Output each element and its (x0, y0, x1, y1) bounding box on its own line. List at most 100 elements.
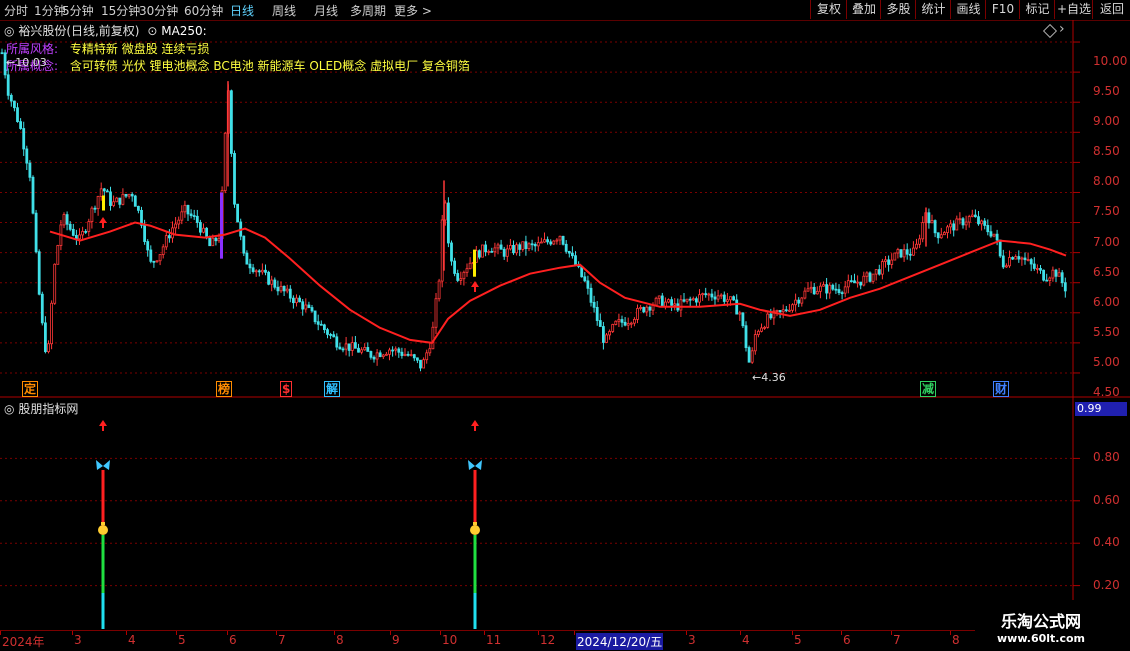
candle-body (589, 287, 593, 303)
candle-body (490, 250, 494, 253)
event-marker-2[interactable]: $ (280, 381, 293, 397)
candle-body (381, 354, 385, 358)
candle-body (986, 225, 990, 233)
candle-body (713, 296, 717, 300)
candle-body (834, 288, 838, 291)
toolbar-button-0[interactable]: 复权 (810, 0, 847, 19)
candle-body (825, 284, 828, 294)
date-tick-mark (126, 631, 127, 635)
candle-body (1063, 282, 1067, 292)
candle-body (0, 52, 4, 55)
event-marker-0[interactable]: 定 (22, 381, 39, 397)
candle-body (927, 212, 931, 224)
candle-body (406, 353, 410, 356)
candle-body (890, 259, 894, 265)
tab-timeframe-10[interactable]: 更多 > (394, 2, 432, 19)
event-marker-3[interactable]: 解 (324, 381, 341, 397)
tab-timeframe-2[interactable]: 5分钟 (62, 2, 94, 19)
date-tick-mark (0, 631, 1, 635)
price-tick: 10.00 (1093, 54, 1128, 69)
tab-timeframe-4[interactable]: 30分钟 (139, 2, 178, 19)
candle-body (1029, 259, 1033, 265)
indicator-chart[interactable] (0, 398, 1130, 630)
toolbar-button-8[interactable]: 返回 (1092, 0, 1130, 19)
candle-body (766, 313, 770, 328)
candle-body (465, 268, 469, 273)
candle-body (620, 319, 624, 323)
tab-timeframe-6[interactable]: 日线 (230, 2, 254, 19)
candle-body (964, 221, 968, 226)
price-tick: 6.50 (1093, 264, 1120, 279)
candle-body (496, 244, 500, 249)
toolbar-button-4[interactable]: 画线 (950, 0, 986, 19)
candle-body (360, 349, 364, 353)
candle-body (112, 201, 115, 206)
collapse-icon[interactable]: ◎ (4, 402, 14, 416)
date-tick-4: 6 (229, 633, 237, 647)
scroll-right-icon[interactable]: › (1059, 21, 1065, 37)
price-chart[interactable] (0, 20, 1130, 398)
candlestick-series (0, 48, 1067, 372)
candle-body (840, 292, 844, 295)
candle-body (533, 244, 537, 247)
date-tick-17: 8 (952, 633, 960, 647)
tab-timeframe-1[interactable]: 1分钟 (34, 2, 66, 19)
candle-body (459, 278, 463, 281)
candle-body (837, 289, 841, 294)
candle-body (1048, 277, 1052, 281)
candle-body (856, 281, 859, 284)
candle-body (118, 197, 122, 205)
candle-body (912, 247, 915, 256)
candle-body (877, 269, 881, 275)
date-tick-mark (841, 631, 842, 635)
candle-body (698, 294, 701, 303)
toolbar-button-7[interactable]: +自选 (1054, 0, 1093, 19)
tab-timeframe-0[interactable]: 分时 (4, 2, 28, 19)
candle-body (1026, 259, 1030, 261)
event-marker-4[interactable]: 减 (920, 381, 937, 397)
date-tick-mark (176, 631, 177, 635)
tab-timeframe-3[interactable]: 15分钟 (101, 2, 140, 19)
candle-body (1014, 256, 1018, 260)
date-tick-mark (334, 631, 335, 635)
candle-body (65, 214, 69, 225)
candle-body (1060, 272, 1064, 284)
date-tick-mark (891, 631, 892, 635)
tab-timeframe-8[interactable]: 月线 (314, 2, 338, 19)
indicator-current-value: 0.99 (1075, 402, 1127, 416)
tab-timeframe-9[interactable]: 多周期 (350, 2, 386, 19)
candle-body (245, 252, 249, 265)
event-marker-5[interactable]: 财 (993, 381, 1010, 397)
date-tick-mark (538, 631, 539, 635)
dropdown-icon[interactable]: ⊙ (147, 24, 157, 38)
toolbar-button-3[interactable]: 统计 (915, 0, 951, 19)
candle-body (710, 293, 714, 298)
candle-body (893, 252, 897, 261)
candle-body (419, 359, 422, 369)
candle-body (425, 352, 429, 361)
candle-body (555, 239, 559, 242)
candle-body (850, 280, 853, 283)
collapse-icon[interactable]: ◎ (4, 24, 14, 38)
event-marker-1[interactable]: 榜 (216, 381, 233, 397)
date-tick-mark (574, 631, 575, 635)
tab-timeframe-5[interactable]: 60分钟 (184, 2, 223, 19)
toolbar-button-5[interactable]: F10 (985, 0, 1020, 19)
candle-body (124, 193, 128, 197)
candle-body (353, 342, 357, 349)
candle-body (229, 90, 233, 154)
candle-body (301, 301, 305, 310)
toolbar-button-6[interactable]: 标记 (1019, 0, 1055, 19)
candle-body (899, 249, 903, 258)
candle-body (1042, 269, 1045, 281)
candle-body (639, 307, 642, 309)
toolbar-button-2[interactable]: 多股 (880, 0, 916, 19)
candle-body (567, 251, 571, 254)
candle-body (977, 216, 980, 225)
tab-timeframe-7[interactable]: 周线 (272, 2, 296, 19)
candle-body (887, 259, 890, 265)
candle-body (248, 263, 252, 269)
date-tick-mark (276, 631, 277, 635)
candle-body (865, 272, 869, 277)
toolbar-button-1[interactable]: 叠加 (846, 0, 881, 19)
